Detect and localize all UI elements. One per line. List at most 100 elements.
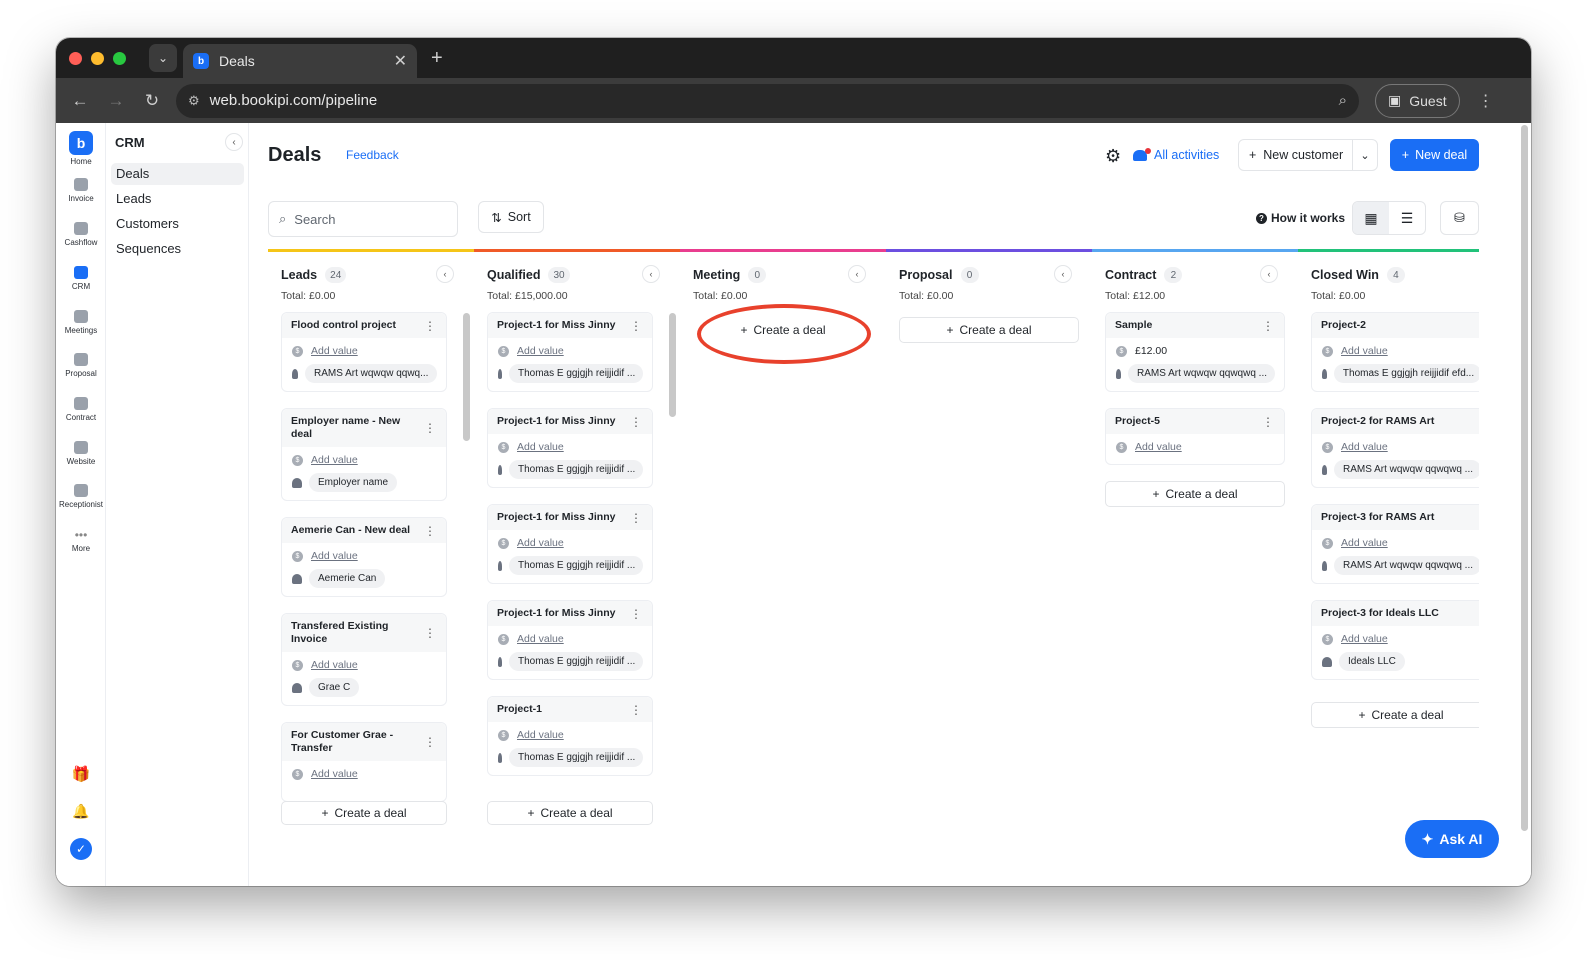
ask-ai-button[interactable]: ✦ Ask AI bbox=[1405, 820, 1499, 858]
collapse-column-icon[interactable]: ‹ bbox=[1260, 265, 1278, 283]
contact-chip[interactable]: RAMS Art wqwqw qqwqwq ... bbox=[1333, 460, 1479, 479]
card-menu-icon[interactable]: ⋮ bbox=[1476, 319, 1479, 333]
zoom-icon[interactable]: ⌕ bbox=[1339, 92, 1347, 109]
collapse-column-icon[interactable]: ‹ bbox=[848, 265, 866, 283]
card-menu-icon[interactable]: ⋮ bbox=[1262, 415, 1274, 429]
rail-more[interactable]: ••• More bbox=[56, 528, 106, 553]
collapse-column-icon[interactable]: ‹ bbox=[436, 265, 454, 283]
add-value-link[interactable]: Add value bbox=[311, 768, 358, 780]
deal-card[interactable]: For Customer Grae - Transfer ⋮ $ Add value bbox=[281, 722, 447, 802]
close-window-button[interactable] bbox=[69, 51, 82, 65]
address-bar[interactable]: ⚙ web.bookipi.com/pipeline ⌕ bbox=[176, 83, 1359, 118]
rail-proposal[interactable]: Proposal bbox=[56, 353, 106, 378]
rail-meetings[interactable]: Meetings bbox=[56, 310, 106, 335]
contact-chip[interactable]: Aemerie Can bbox=[309, 569, 386, 588]
add-value-link[interactable]: Add value bbox=[311, 659, 358, 671]
maximize-window-button[interactable] bbox=[113, 51, 126, 65]
add-value-link[interactable]: Add value bbox=[1135, 441, 1182, 453]
how-it-works-link[interactable]: ? How it works bbox=[1256, 211, 1345, 225]
card-menu-icon[interactable]: ⋮ bbox=[424, 735, 436, 749]
rail-home[interactable]: b Home bbox=[56, 131, 106, 166]
contact-chip[interactable]: Ideals LLC bbox=[1339, 652, 1405, 671]
card-menu-icon[interactable]: ⋮ bbox=[424, 319, 436, 333]
new-deal-button[interactable]: + New deal bbox=[1390, 139, 1479, 171]
card-menu-icon[interactable]: ⋮ bbox=[630, 703, 642, 717]
add-value-link[interactable]: Add value bbox=[1341, 537, 1388, 549]
deal-card[interactable]: Project-5 ⋮ $ Add value bbox=[1105, 408, 1285, 465]
notifications-bell-icon[interactable]: 🔔 bbox=[56, 803, 106, 820]
deal-card[interactable]: Project-1 for Miss Jinny ⋮ $ Add value Tho… bbox=[487, 312, 653, 392]
deal-card[interactable]: Transfered Existing Invoice ⋮ $ Add value … bbox=[281, 613, 447, 706]
deal-card[interactable]: Project-3 for RAMS Art⋮ $ Add value RAMS … bbox=[1311, 504, 1479, 584]
add-value-link[interactable]: Add value bbox=[517, 633, 564, 645]
card-menu-icon[interactable]: ⋮ bbox=[424, 626, 436, 640]
rail-contract[interactable]: Contract bbox=[56, 397, 106, 422]
tab-search-button[interactable]: ⌄ bbox=[149, 44, 177, 72]
deal-card[interactable]: Project-1 for Miss Jinny ⋮ $ Add value Tho… bbox=[487, 408, 653, 488]
deal-card[interactable]: Project-1 ⋮ $ Add value Thomas E ggjgjh re… bbox=[487, 696, 653, 776]
card-menu-icon[interactable]: ⋮ bbox=[1476, 607, 1479, 621]
add-value-link[interactable]: Add value bbox=[517, 537, 564, 549]
add-value-link[interactable]: Add value bbox=[1341, 441, 1388, 453]
subnav-item-deals[interactable]: Deals bbox=[111, 163, 244, 185]
account-avatar[interactable]: ✓ bbox=[56, 838, 106, 860]
deal-card[interactable]: Project-2 for RAMS Art⋮ $ Add value RAMS … bbox=[1311, 408, 1479, 488]
deal-card[interactable]: Project-1 for Miss Jinny ⋮ $ Add value Tho… bbox=[487, 600, 653, 680]
rail-receptionist[interactable]: Receptionist bbox=[56, 484, 106, 509]
archive-icon[interactable]: ⛁ bbox=[1440, 201, 1479, 235]
new-tab-button[interactable]: + bbox=[431, 47, 443, 70]
minimize-window-button[interactable] bbox=[91, 51, 104, 65]
create-deal-button[interactable]: + Create a deal bbox=[899, 317, 1079, 343]
create-deal-button[interactable]: + Create a deal bbox=[1105, 481, 1285, 507]
card-menu-icon[interactable]: ⋮ bbox=[424, 421, 436, 435]
all-activities-link[interactable]: All activities bbox=[1133, 147, 1219, 162]
card-menu-icon[interactable]: ⋮ bbox=[630, 607, 642, 621]
feedback-link[interactable]: Feedback bbox=[346, 148, 399, 162]
profile-button[interactable]: ▣ Guest bbox=[1375, 83, 1460, 118]
column-scrollbar[interactable] bbox=[463, 313, 470, 441]
gift-icon[interactable]: 🎁 bbox=[56, 765, 106, 783]
create-deal-button[interactable]: + Create a deal bbox=[1311, 702, 1479, 728]
deal-card[interactable]: Project-1 for Miss Jinny ⋮ $ Add value Tho… bbox=[487, 504, 653, 584]
new-customer-dropdown-icon[interactable]: ⌄ bbox=[1352, 140, 1377, 170]
card-menu-icon[interactable]: ⋮ bbox=[630, 319, 642, 333]
list-view-icon[interactable]: ☰ bbox=[1389, 202, 1425, 234]
site-settings-icon[interactable]: ⚙ bbox=[188, 93, 200, 109]
contact-chip[interactable]: Thomas E ggjgjh reijjidif efd... bbox=[1333, 364, 1479, 383]
card-menu-icon[interactable]: ⋮ bbox=[1262, 319, 1274, 333]
card-menu-icon[interactable]: ⋮ bbox=[424, 524, 436, 538]
page-vertical-scrollbar[interactable] bbox=[1521, 125, 1528, 831]
rail-crm[interactable]: CRM bbox=[56, 266, 106, 291]
rail-website[interactable]: Website bbox=[56, 441, 106, 466]
contact-chip[interactable]: Grae C bbox=[309, 678, 360, 697]
card-menu-icon[interactable]: ⋮ bbox=[630, 415, 642, 429]
contact-chip[interactable]: Thomas E ggjgjh reijjidif ... bbox=[509, 460, 643, 479]
contact-chip[interactable]: Employer name bbox=[309, 473, 398, 492]
rail-invoice[interactable]: Invoice bbox=[56, 178, 106, 203]
add-value-link[interactable]: Add value bbox=[517, 345, 564, 357]
contact-chip[interactable]: Thomas E ggjgjh reijjidif ... bbox=[509, 748, 643, 767]
add-value-link[interactable]: Add value bbox=[1341, 345, 1388, 357]
add-value-link[interactable]: Add value bbox=[1341, 633, 1388, 645]
add-value-link[interactable]: Add value bbox=[517, 441, 564, 453]
collapse-column-icon[interactable]: ‹ bbox=[642, 265, 660, 283]
sort-button[interactable]: ⇅ Sort bbox=[478, 201, 544, 233]
card-menu-icon[interactable]: ⋮ bbox=[1476, 415, 1479, 429]
rail-cashflow[interactable]: Cashflow bbox=[56, 222, 106, 247]
collapse-subnav-button[interactable]: ‹ bbox=[225, 133, 243, 151]
contact-chip[interactable]: Thomas E ggjgjh reijjidif ... bbox=[509, 652, 643, 671]
back-button[interactable]: ← bbox=[62, 91, 98, 111]
board-view-icon[interactable]: ▦ bbox=[1353, 202, 1389, 234]
subnav-item-customers[interactable]: Customers bbox=[111, 213, 244, 235]
deal-card[interactable]: Aemerie Can - New deal ⋮ $ Add value Aemer… bbox=[281, 517, 447, 597]
settings-gear-icon[interactable]: ⚙ bbox=[1105, 146, 1121, 167]
deal-card[interactable]: Project-2⋮ $ Add value Thomas E ggjgjh re… bbox=[1311, 312, 1479, 392]
subnav-item-leads[interactable]: Leads bbox=[111, 188, 244, 210]
add-value-link[interactable]: Add value bbox=[311, 550, 358, 562]
contact-chip[interactable]: RAMS Art wqwqw qqwqwq ... bbox=[1127, 364, 1275, 383]
deal-card[interactable]: Sample ⋮ $ £12.00 RAMS Art wqwqw qqwqwq ..… bbox=[1105, 312, 1285, 392]
collapse-column-icon[interactable]: ‹ bbox=[1054, 265, 1072, 283]
deal-card[interactable]: Flood control project ⋮ $ Add value RAMS A… bbox=[281, 312, 447, 392]
contact-chip[interactable]: Thomas E ggjgjh reijjidif ... bbox=[509, 364, 643, 383]
close-tab-icon[interactable]: ✕ bbox=[394, 51, 407, 71]
